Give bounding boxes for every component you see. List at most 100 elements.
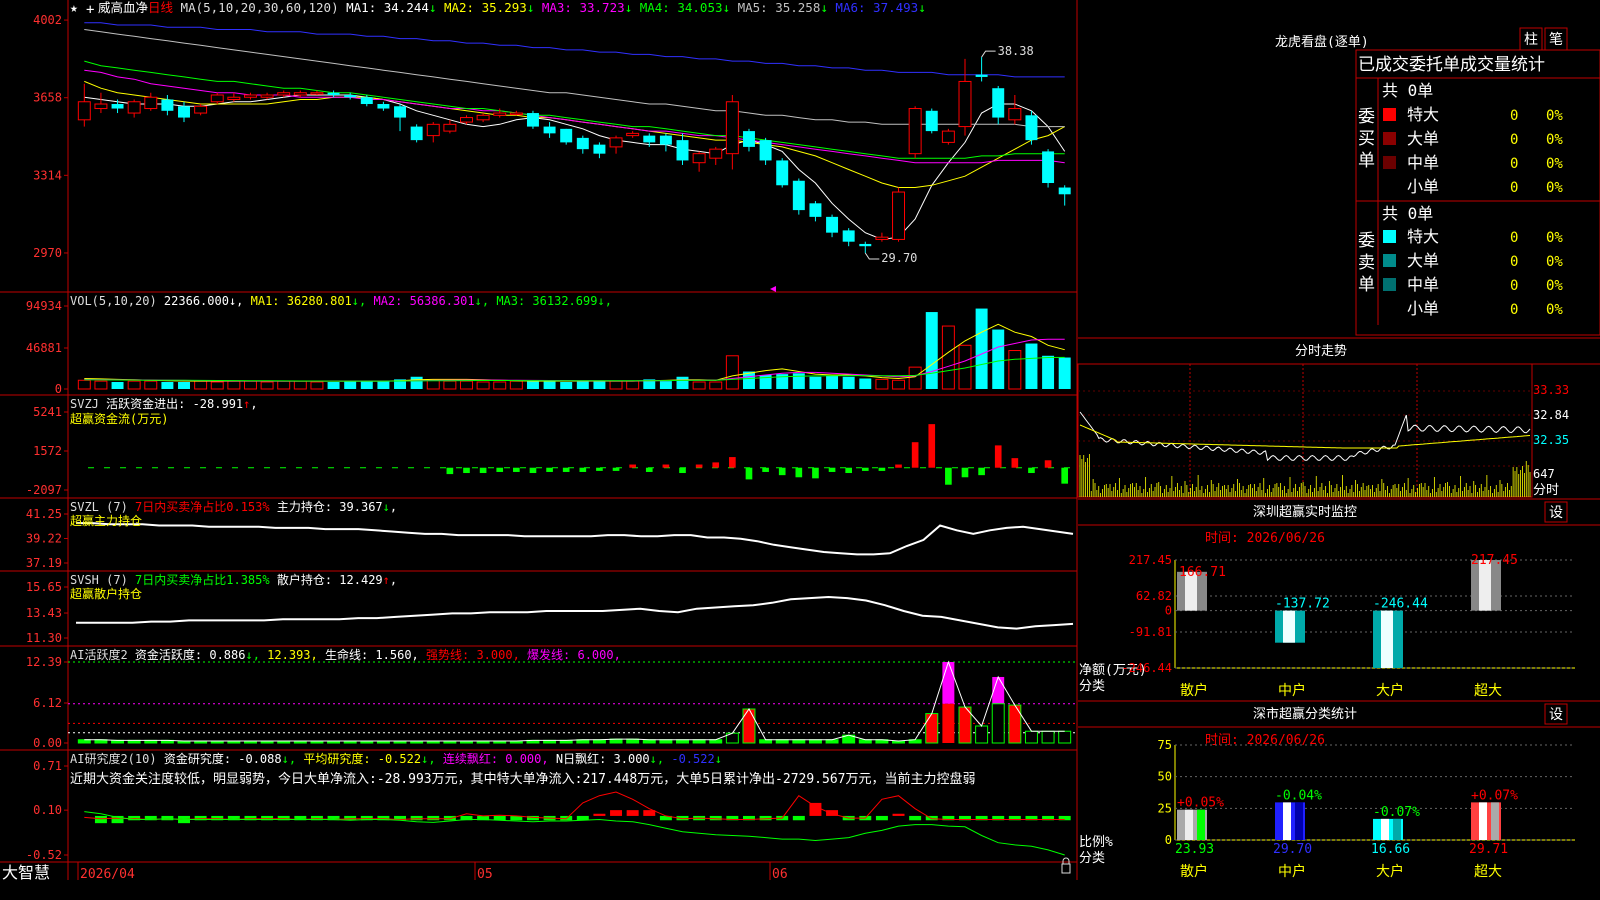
ai-active-bar[interactable] [742, 708, 756, 744]
ai-active-bar[interactable] [991, 703, 1005, 744]
volume-bar[interactable] [460, 380, 473, 390]
svzj-bar[interactable] [679, 467, 686, 474]
volume-bar[interactable] [842, 376, 855, 389]
volume-bar[interactable] [1058, 357, 1071, 389]
svzj-bar[interactable] [795, 467, 803, 478]
volume-bar[interactable] [792, 373, 805, 389]
svzj-bar[interactable] [712, 462, 720, 468]
volume-bar[interactable] [725, 355, 739, 390]
volume-bar[interactable] [277, 380, 291, 390]
svzj-bar[interactable] [778, 467, 786, 476]
svzj-bar[interactable] [629, 464, 636, 468]
ai-active-bar[interactable] [808, 739, 822, 744]
volume-bar[interactable] [692, 381, 706, 390]
volume-bar[interactable] [593, 381, 606, 389]
candle[interactable] [875, 232, 889, 242]
volume-bar[interactable] [161, 382, 174, 389]
ai-active-bar[interactable] [1058, 730, 1072, 744]
volume-bar[interactable] [476, 381, 490, 390]
volume-bar[interactable] [809, 376, 822, 389]
svzj-bar[interactable] [695, 464, 703, 468]
candle[interactable] [426, 122, 440, 143]
volume-bar[interactable] [676, 376, 689, 389]
candle[interactable] [476, 113, 490, 123]
volume-bar[interactable] [77, 379, 91, 390]
candle[interactable] [1058, 185, 1071, 206]
candle[interactable] [327, 90, 340, 98]
ai-research-bar[interactable] [161, 815, 174, 821]
ai-research-bar[interactable] [560, 815, 573, 821]
svzj-bar[interactable] [496, 467, 504, 472]
svzj-bar[interactable] [828, 467, 836, 472]
candle[interactable] [227, 92, 241, 102]
candle[interactable] [809, 201, 822, 222]
volume-bar[interactable] [925, 312, 938, 389]
svzj-bar[interactable] [845, 467, 852, 474]
volume-bar[interactable] [576, 381, 589, 389]
volume-bar[interactable] [659, 381, 672, 389]
svzj-bar[interactable] [645, 467, 653, 472]
svzj-bar[interactable] [961, 467, 969, 478]
svzj-bar[interactable] [529, 467, 537, 474]
candle[interactable] [725, 94, 739, 170]
ai-research-bar[interactable] [94, 815, 107, 824]
svzj-bar[interactable] [994, 445, 1002, 468]
volume-bar[interactable] [709, 381, 723, 390]
volume-bar[interactable] [194, 380, 208, 390]
monitor-bar[interactable] [1275, 610, 1305, 643]
svzj-bar[interactable] [662, 464, 670, 468]
candle[interactable] [925, 108, 938, 134]
svzj-bar[interactable] [612, 467, 620, 471]
candle[interactable] [826, 214, 839, 238]
svzj-bar[interactable] [745, 467, 753, 480]
svzj-bar[interactable] [579, 467, 587, 472]
monitor-bar[interactable] [1373, 610, 1403, 668]
candle[interactable] [776, 158, 789, 188]
svzj-bar[interactable] [812, 467, 819, 479]
volume-bar[interactable] [360, 381, 373, 389]
candle[interactable] [1025, 110, 1038, 145]
svzj-bar[interactable] [1011, 458, 1019, 468]
candle[interactable] [243, 92, 257, 100]
volume-bar[interactable] [1042, 355, 1055, 389]
volume-bar[interactable] [94, 380, 108, 390]
volume-bar[interactable] [327, 382, 340, 389]
volume-bar[interactable] [560, 382, 573, 389]
svzj-bar[interactable] [596, 467, 603, 471]
candle[interactable] [394, 104, 407, 132]
ai-active-bar[interactable] [858, 739, 872, 744]
ai-research-bar[interactable] [610, 810, 623, 816]
svzj-bar[interactable] [1061, 467, 1069, 484]
volume-bar[interactable] [111, 382, 124, 389]
candle[interactable] [676, 133, 689, 165]
ai-research-bar[interactable] [759, 815, 772, 821]
ai-active-bar[interactable] [825, 739, 839, 744]
candle[interactable] [1042, 149, 1055, 188]
volume-bar[interactable] [377, 381, 390, 389]
stats-bar[interactable] [1275, 802, 1305, 840]
ai-research-bar[interactable] [909, 815, 922, 821]
candle[interactable] [1008, 94, 1022, 125]
candle[interactable] [94, 92, 108, 114]
volume-bar[interactable] [493, 381, 507, 390]
volume-bar[interactable] [410, 376, 423, 389]
svzj-bar[interactable] [446, 467, 454, 475]
svzl-line[interactable] [76, 522, 1074, 556]
svzj-bar[interactable] [562, 467, 570, 472]
candle[interactable] [543, 122, 556, 138]
volume-bar[interactable] [443, 380, 457, 390]
ai-active-bar[interactable] [592, 739, 606, 744]
volume-bar[interactable] [626, 380, 640, 390]
candle[interactable] [443, 119, 457, 134]
volume-bar[interactable] [210, 381, 224, 390]
volume-bar[interactable] [908, 366, 922, 390]
candle[interactable] [842, 228, 855, 247]
ai-active-bar[interactable] [775, 739, 789, 744]
volume-bar[interactable] [992, 329, 1005, 389]
volume-bar[interactable] [144, 380, 158, 390]
candle[interactable] [509, 110, 523, 116]
ai-active-bar[interactable] [975, 725, 989, 744]
volume-bar[interactable] [260, 381, 274, 390]
ai-research-bar[interactable] [892, 813, 905, 816]
volume-bar[interactable] [127, 380, 141, 390]
